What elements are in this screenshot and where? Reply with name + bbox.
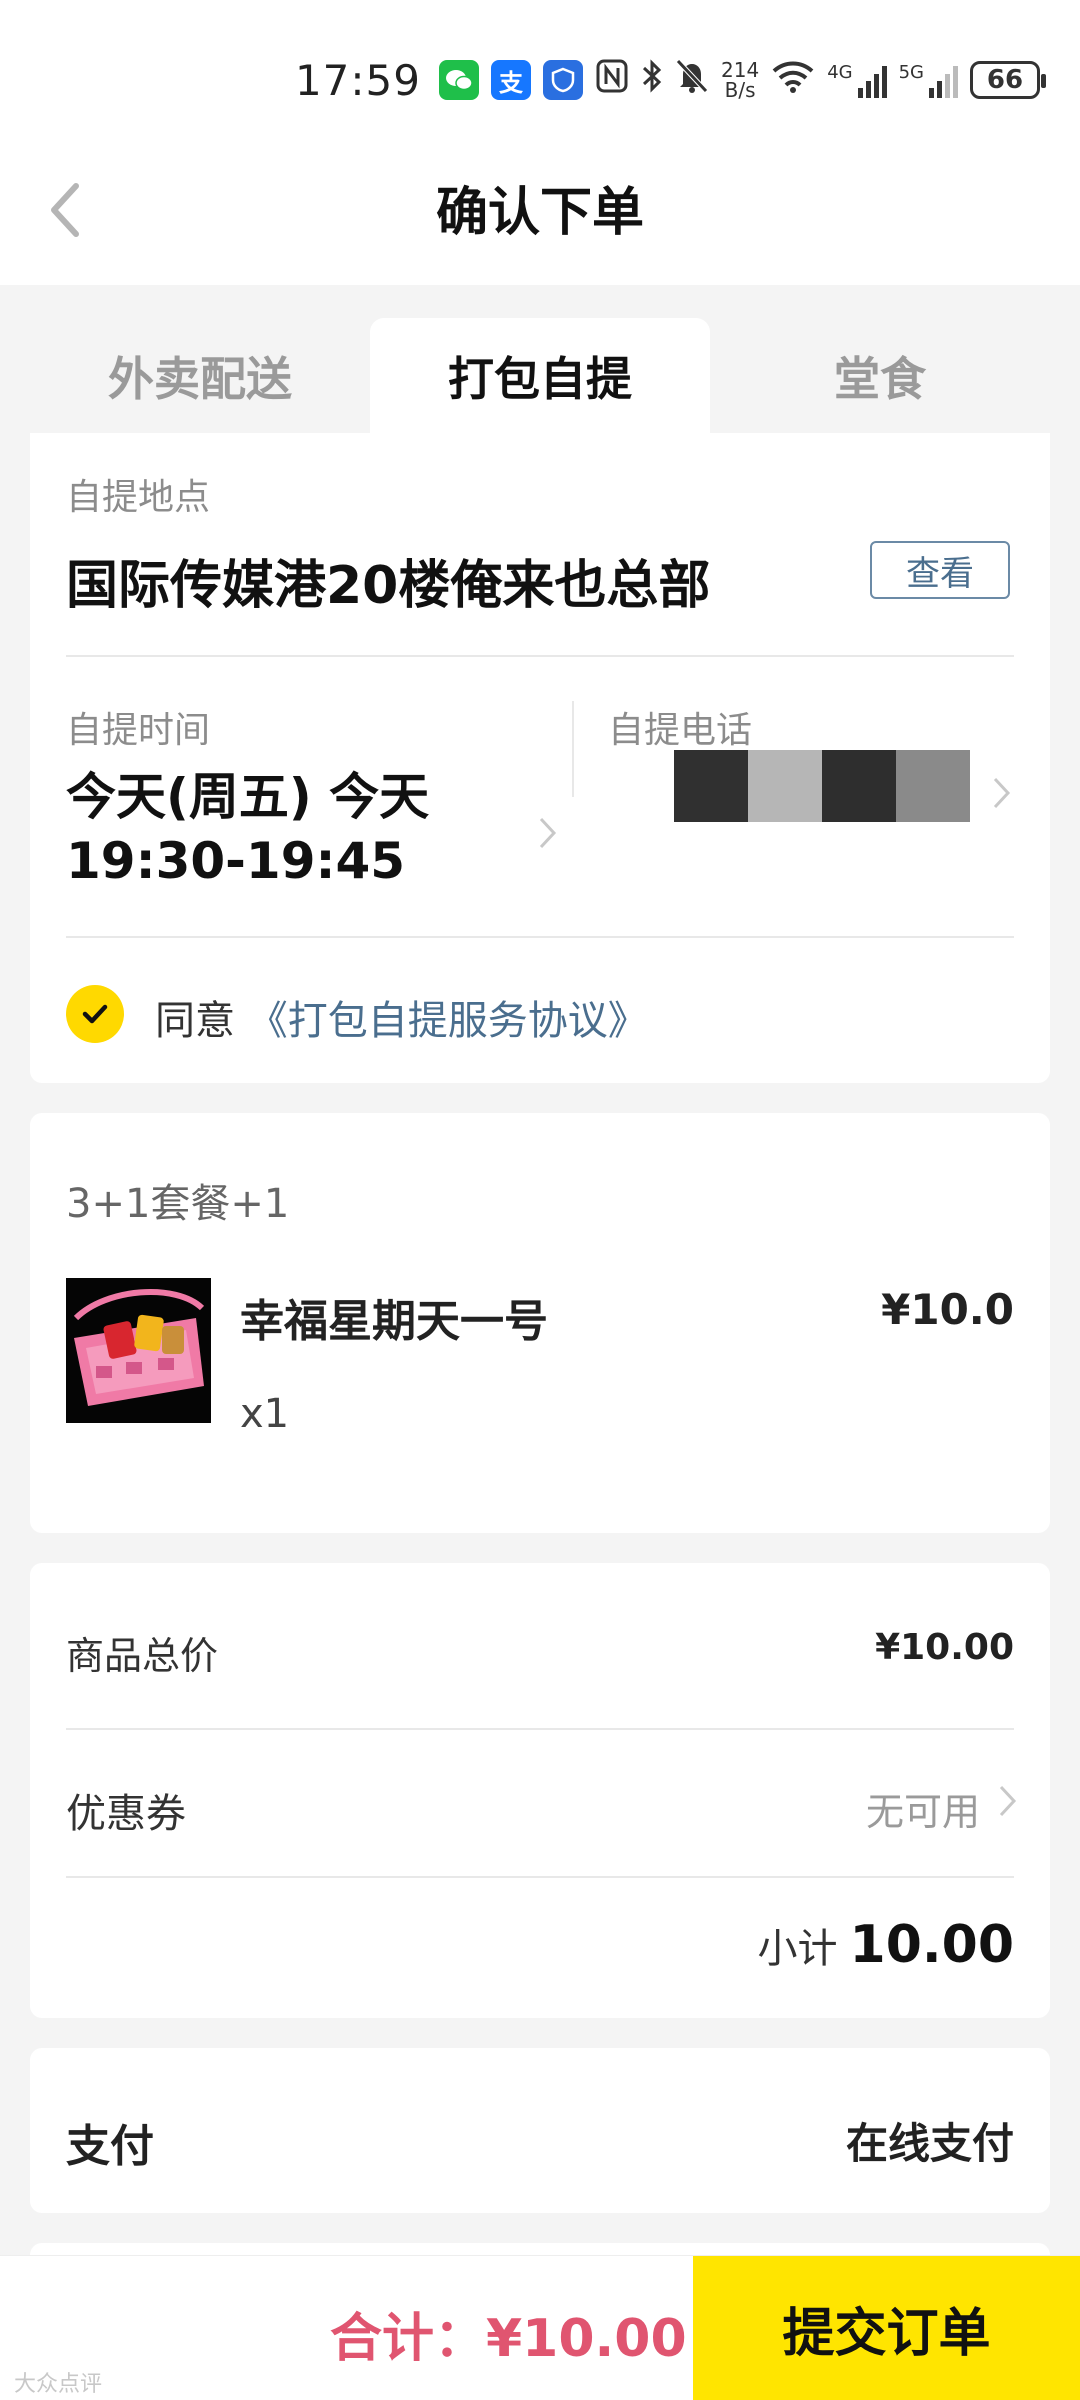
bottom-bar: 合计：¥10.00 提交订单 bbox=[0, 2255, 1080, 2400]
order-type-tabs: 外卖配送 打包自提 堂食 bbox=[30, 318, 1050, 433]
goods-total-value: ¥10.00 bbox=[875, 1627, 1014, 1668]
subtotal: 小计 10.00 bbox=[758, 1915, 1014, 1975]
order-items-card: 3+1套餐+1 幸福星期天一号 x1 ¥10.0 bbox=[30, 1113, 1050, 1533]
wechat-icon bbox=[439, 60, 479, 100]
payment-method-value[interactable]: 在线支付 bbox=[846, 2110, 1014, 2171]
battery-icon: 66 bbox=[970, 61, 1046, 99]
pickup-location-label: 自提地点 bbox=[66, 477, 211, 518]
status-icons: 17:59 支 214 B/s 4G 5G 66 bbox=[294, 52, 1046, 108]
coupon-value[interactable]: 无可用 bbox=[866, 1781, 980, 1836]
payment-card[interactable]: 支付 在线支付 bbox=[30, 2048, 1050, 2213]
view-location-button[interactable]: 查看 bbox=[870, 541, 1010, 599]
pickup-time-label: 自提时间 bbox=[66, 710, 211, 751]
signal-5g-icon: 5G bbox=[899, 62, 958, 98]
bluetooth-icon bbox=[641, 58, 663, 103]
divider bbox=[66, 1728, 1014, 1730]
agreement-text: 同意 《打包自提服务协议》 bbox=[155, 988, 648, 1046]
net-speed: 214 B/s bbox=[721, 58, 760, 102]
pickup-phone-label: 自提电话 bbox=[608, 710, 753, 751]
subtotal-label: 小计 bbox=[757, 1926, 838, 1972]
subtotal-value: 10.00 bbox=[849, 1915, 1014, 1975]
shield-icon bbox=[543, 60, 583, 100]
page-title: 确认下单 bbox=[435, 183, 644, 243]
item-price: ¥10.0 bbox=[881, 1285, 1014, 1334]
signal-4g-icon: 4G bbox=[827, 62, 887, 98]
pickup-phone-redacted[interactable] bbox=[674, 750, 974, 822]
agreement-link[interactable]: 《打包自提服务协议》 bbox=[248, 998, 648, 1044]
chevron-right-icon[interactable] bbox=[996, 1781, 1020, 1821]
vertical-divider bbox=[572, 701, 574, 797]
status-time: 17:59 bbox=[294, 55, 421, 105]
item-thumbnail bbox=[66, 1278, 211, 1423]
header: 确认下单 bbox=[0, 130, 1080, 285]
tab-dine-in[interactable]: 堂食 bbox=[710, 318, 1050, 433]
item-quantity: x1 bbox=[240, 1391, 290, 1437]
wifi-icon bbox=[771, 59, 815, 102]
divider bbox=[66, 936, 1014, 938]
chevron-right-icon[interactable] bbox=[536, 813, 560, 853]
mute-bell-icon bbox=[675, 58, 709, 103]
agree-label: 同意 bbox=[155, 998, 235, 1044]
submit-order-button[interactable]: 提交订单 bbox=[693, 2256, 1080, 2400]
pickup-address: 国际传媒港20楼俺来也总部 bbox=[66, 556, 711, 616]
agreement-checkbox[interactable] bbox=[66, 985, 124, 1043]
combo-title: 3+1套餐+1 bbox=[66, 1181, 290, 1227]
divider bbox=[66, 1876, 1014, 1878]
check-icon bbox=[82, 1004, 108, 1024]
tab-delivery[interactable]: 外卖配送 bbox=[30, 318, 370, 433]
pickup-time-value[interactable]: 今天(周五) 今天 19:30-19:45 bbox=[66, 765, 516, 893]
coupon-label: 优惠券 bbox=[66, 1791, 186, 1837]
goods-total-label: 商品总价 bbox=[66, 1634, 219, 1678]
divider bbox=[66, 655, 1014, 657]
pickup-info-card: 自提地点 国际传媒港20楼俺来也总部 查看 自提时间 今天(周五) 今天 19:… bbox=[30, 433, 1050, 1083]
tab-pickup[interactable]: 打包自提 bbox=[370, 318, 710, 433]
confirm-order-page: 17:59 支 214 B/s 4G 5G 66 确认下单 外卖配送 打包自提 … bbox=[0, 0, 1080, 2400]
status-bar: 17:59 支 214 B/s 4G 5G 66 bbox=[0, 0, 1080, 130]
watermark: 大众点评 bbox=[14, 2372, 103, 2397]
order-total: 合计：¥10.00 bbox=[330, 2309, 687, 2369]
item-name: 幸福星期天一号 bbox=[240, 1296, 548, 1347]
payment-label: 支付 bbox=[66, 2121, 154, 2172]
price-summary-card: 商品总价 ¥10.00 优惠券 无可用 小计 10.00 bbox=[30, 1563, 1050, 2018]
nfc-icon bbox=[595, 58, 629, 103]
chevron-right-icon[interactable] bbox=[990, 773, 1014, 813]
alipay-icon: 支 bbox=[491, 60, 531, 100]
